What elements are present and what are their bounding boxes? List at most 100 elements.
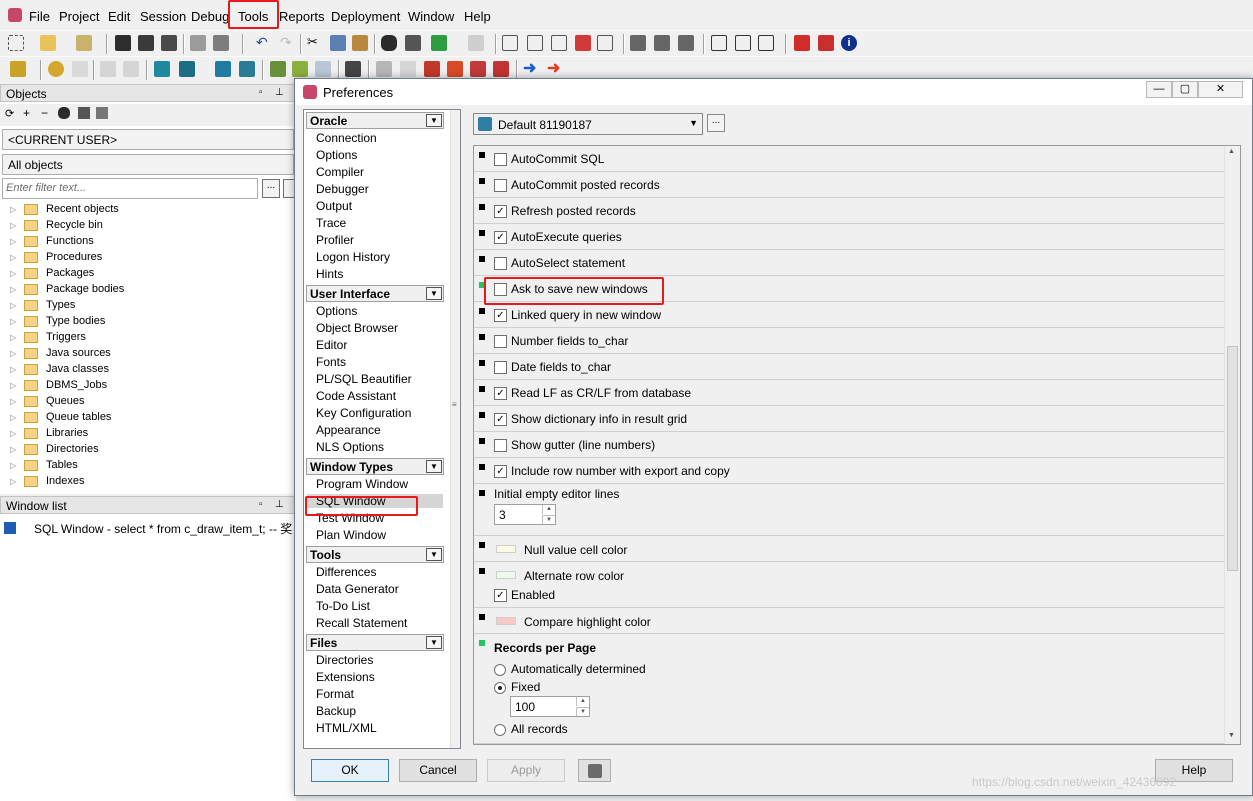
checkbox-label[interactable]: AutoCommit SQL <box>511 152 604 166</box>
sql-icon[interactable] <box>239 61 255 77</box>
checkbox-label[interactable]: Refresh posted records <box>511 204 636 218</box>
arrow-right-icon[interactable]: ➜ <box>523 61 539 77</box>
scroll-up-icon[interactable]: ▲ <box>1228 148 1235 155</box>
add-icon[interactable]: + <box>23 106 30 120</box>
bookmark-icon[interactable] <box>468 35 484 51</box>
checkbox[interactable] <box>494 257 507 270</box>
expand-icon[interactable]: ▷ <box>10 365 16 374</box>
menu-tools[interactable]: Tools <box>238 9 268 24</box>
menu-edit[interactable]: Edit <box>108 9 130 24</box>
stepper-down-icon[interactable]: ▼ <box>576 707 589 716</box>
menu-project[interactable]: Project <box>59 9 99 24</box>
save-icon[interactable] <box>115 35 131 51</box>
replace-icon[interactable] <box>405 35 421 51</box>
pdf-icon[interactable] <box>818 35 834 51</box>
filter-more-button[interactable]: ... <box>262 179 280 198</box>
redo-icon[interactable]: ↷ <box>280 35 296 51</box>
profile-more-button[interactable]: ... <box>707 114 725 132</box>
category-item[interactable]: Fonts <box>316 355 346 369</box>
report-icon[interactable] <box>292 61 308 77</box>
stop-icon[interactable] <box>376 61 392 77</box>
null-color-swatch[interactable] <box>496 545 516 553</box>
window-list-icon[interactable] <box>735 35 751 51</box>
checkbox-label[interactable]: Enabled <box>511 588 555 602</box>
category-item[interactable]: Hints <box>316 267 343 281</box>
filter-icon[interactable] <box>78 107 90 119</box>
explain-icon[interactable] <box>215 61 231 77</box>
category-item[interactable]: Object Browser <box>316 321 398 335</box>
menu-reports[interactable]: Reports <box>279 9 325 24</box>
checkbox-label[interactable]: AutoExecute queries <box>511 230 622 244</box>
checkbox[interactable] <box>494 153 507 166</box>
schema-icon[interactable] <box>270 61 286 77</box>
category-item[interactable]: PL/SQL Beautifier <box>316 372 412 386</box>
records-radio-label[interactable]: Automatically determined <box>511 662 646 676</box>
settings-scrollbar[interactable]: ▲ ▼ <box>1224 146 1240 744</box>
expand-icon[interactable]: ▷ <box>10 413 16 422</box>
window-list-icon[interactable] <box>758 35 774 51</box>
checkbox[interactable] <box>494 361 507 374</box>
minimize-button[interactable]: — <box>1146 81 1172 98</box>
expand-icon[interactable]: ▷ <box>10 301 16 310</box>
checkbox-label[interactable]: Include row number with export and copy <box>511 464 730 478</box>
expand-icon[interactable]: ▷ <box>10 461 16 470</box>
cancel-button[interactable]: Cancel <box>399 759 477 782</box>
expand-icon[interactable]: ▷ <box>10 237 16 246</box>
category-item[interactable]: Options <box>316 304 357 318</box>
expand-icon[interactable]: ▷ <box>10 381 16 390</box>
menu-deployment[interactable]: Deployment <box>331 9 400 24</box>
category-item[interactable]: Recall Statement <box>316 616 407 630</box>
indent-icon[interactable] <box>502 35 518 51</box>
stepper-up-icon[interactable]: ▲ <box>542 505 555 514</box>
paste-icon[interactable] <box>352 35 368 51</box>
category-item[interactable]: HTML/XML <box>316 721 377 735</box>
dock-icon[interactable]: ▫ <box>259 87 263 98</box>
expand-icon[interactable]: ▷ <box>10 333 16 342</box>
category-header[interactable]: Window Types ▼ <box>306 458 444 475</box>
tile-icon[interactable] <box>654 35 670 51</box>
category-item[interactable]: Code Assistant <box>316 389 396 403</box>
dock-icon[interactable]: ▫ <box>259 499 263 510</box>
checkbox[interactable] <box>494 179 507 192</box>
stepper-up-icon[interactable]: ▲ <box>576 697 589 706</box>
collapse-icon[interactable]: ▼ <box>426 287 442 300</box>
info-icon[interactable]: i <box>841 35 857 51</box>
step-over-icon[interactable] <box>470 61 486 77</box>
initial-lines-stepper[interactable]: 3 ▲ ▼ <box>494 504 556 525</box>
checkbox-label[interactable]: AutoSelect statement <box>511 256 625 270</box>
category-header[interactable]: Files ▼ <box>306 634 444 651</box>
apply-button[interactable]: Apply <box>487 759 565 782</box>
checkbox[interactable] <box>494 439 507 452</box>
pin-icon[interactable]: ⊥ <box>275 87 284 98</box>
records-radio[interactable] <box>494 664 506 676</box>
print-setup-icon[interactable] <box>213 35 229 51</box>
expand-icon[interactable]: ▷ <box>10 205 16 214</box>
arrow-right-red-icon[interactable]: ➜ <box>547 61 563 77</box>
sql-window-icon[interactable] <box>154 61 170 77</box>
expand-icon[interactable]: ▷ <box>10 429 16 438</box>
window-list-icon[interactable] <box>711 35 727 51</box>
step-over-icon[interactable] <box>493 61 509 77</box>
alt-row-color-swatch[interactable] <box>496 571 516 579</box>
category-item[interactable]: To-Do List <box>316 599 370 613</box>
remove-icon[interactable]: − <box>41 106 48 120</box>
collapse-icon[interactable]: ▼ <box>426 636 442 649</box>
wrench-icon[interactable] <box>345 61 361 77</box>
expand-icon[interactable]: ▷ <box>10 253 16 262</box>
checkbox-label[interactable]: Date fields to_char <box>511 360 611 374</box>
category-item[interactable]: Extensions <box>316 670 375 684</box>
break-icon[interactable] <box>424 61 440 77</box>
category-item[interactable]: Test Window <box>316 511 384 525</box>
category-item[interactable]: Appearance <box>316 423 381 437</box>
filter-input[interactable]: Enter filter text... <box>2 178 258 199</box>
category-item[interactable]: SQL Window <box>307 494 443 508</box>
cut-icon[interactable]: ✂ <box>307 35 323 51</box>
collapse-icon[interactable]: ▼ <box>426 548 442 561</box>
print-icon[interactable] <box>190 35 206 51</box>
checkbox-label[interactable]: Read LF as CR/LF from database <box>511 386 691 400</box>
category-item[interactable]: NLS Options <box>316 440 384 454</box>
report-icon[interactable] <box>315 61 331 77</box>
checkbox[interactable] <box>494 335 507 348</box>
step-icon[interactable] <box>447 61 463 77</box>
menu-debug[interactable]: Debug <box>191 9 229 24</box>
